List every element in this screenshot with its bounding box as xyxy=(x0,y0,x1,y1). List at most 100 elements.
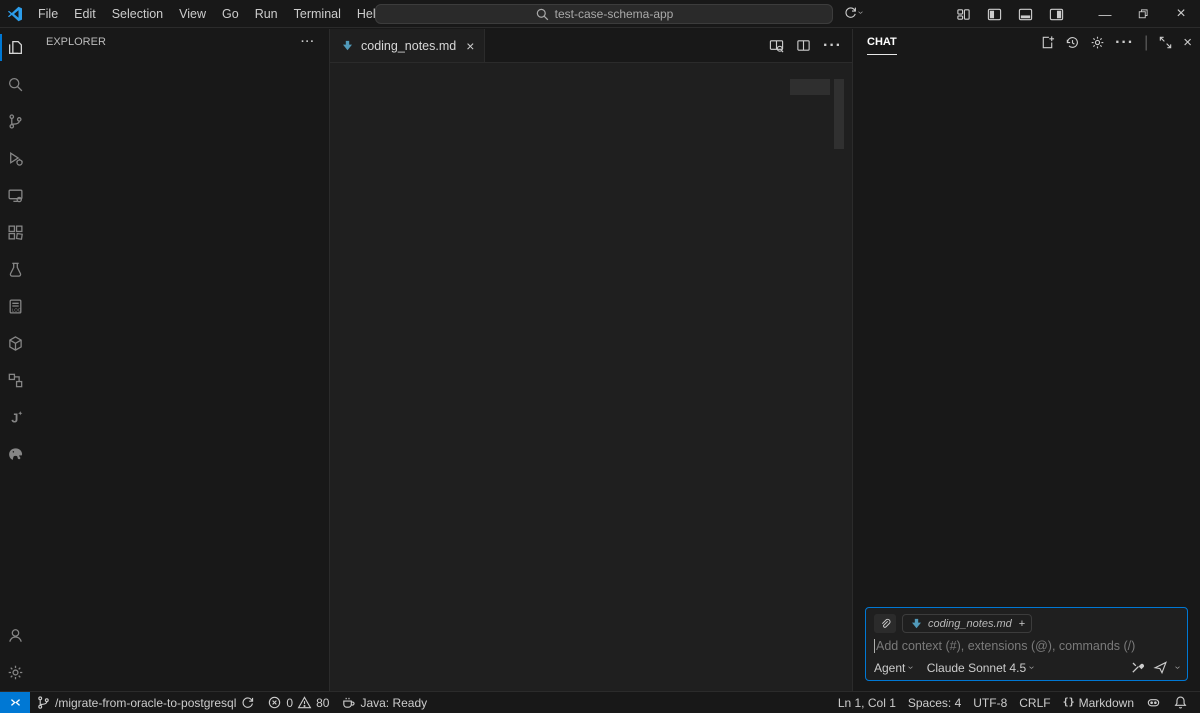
chat-tab[interactable]: CHAT xyxy=(867,31,897,55)
chat-panel: CHAT ··· | × coding_notes.md + xyxy=(852,29,1200,691)
tools-icon[interactable] xyxy=(1130,660,1145,675)
tab-close-icon[interactable]: × xyxy=(466,38,474,54)
new-chat-icon[interactable] xyxy=(1040,35,1055,50)
minimize-button[interactable]: — xyxy=(1086,0,1124,28)
menu-go[interactable]: Go xyxy=(214,4,247,24)
chat-input-box[interactable]: coding_notes.md + Add context (#), exten… xyxy=(865,607,1188,681)
menu-terminal[interactable]: Terminal xyxy=(286,4,349,24)
explorer-header: EXPLORER ··· xyxy=(30,29,329,55)
extensions-icon xyxy=(7,224,24,241)
chat-header: CHAT ··· | × xyxy=(853,29,1200,56)
panel-left-icon[interactable] xyxy=(987,7,1002,22)
editor-code-area[interactable] xyxy=(330,79,852,691)
agent-mode-dropdown[interactable]: Agent › xyxy=(874,661,913,675)
editor-more-actions-icon[interactable]: ··· xyxy=(823,37,842,55)
session-sync-button[interactable]: › xyxy=(843,5,862,20)
send-icon[interactable] xyxy=(1153,660,1168,675)
activity-settings[interactable] xyxy=(0,654,30,691)
menu-bar: FileEditSelectionViewGoRunTerminalHelp xyxy=(30,4,391,24)
panel-right-icon[interactable] xyxy=(1049,7,1064,22)
notifications[interactable] xyxy=(1167,692,1194,713)
activity-postgresql[interactable] xyxy=(0,436,30,473)
cursor-position[interactable]: Ln 1, Col 1 xyxy=(832,692,902,713)
warnings-icon xyxy=(297,695,312,710)
menu-run[interactable]: Run xyxy=(247,4,286,24)
command-center-search[interactable]: test-case-schema-app xyxy=(375,4,833,24)
chat-settings-gear-icon[interactable] xyxy=(1090,35,1105,50)
explorer-more-actions-icon[interactable]: ··· xyxy=(301,36,315,48)
attach-paperclip-icon[interactable] xyxy=(874,614,896,633)
explorer-title: EXPLORER xyxy=(46,36,106,48)
git-branch-status[interactable]: /migrate-from-oracle-to-postgresql xyxy=(30,692,261,713)
model-picker-dropdown[interactable]: Claude Sonnet 4.5 › xyxy=(927,661,1034,675)
git-branch-icon xyxy=(36,695,51,710)
layout-controls xyxy=(956,7,1064,22)
open-preview-icon[interactable] xyxy=(769,38,784,53)
editor-group: coding_notes.md × ··· xyxy=(330,29,852,691)
status-bar-right: Ln 1, Col 1 Spaces: 4 UTF-8 CRLF {} Mark… xyxy=(832,692,1200,713)
activity-extensions[interactable] xyxy=(0,214,30,251)
menu-edit[interactable]: Edit xyxy=(66,4,104,24)
java-copilot-icon: J xyxy=(7,409,24,426)
add-context-icon[interactable]: + xyxy=(1019,618,1025,630)
search-icon xyxy=(535,7,550,22)
title-bar: FileEditSelectionViewGoRunTerminalHelp ←… xyxy=(0,0,1200,28)
panel-bottom-icon[interactable] xyxy=(1018,7,1033,22)
errors-icon xyxy=(267,695,282,710)
chat-close-icon[interactable]: × xyxy=(1183,34,1192,51)
activity-testing[interactable] xyxy=(0,251,30,288)
activity-bar: LOG J xyxy=(0,29,30,691)
activity-resources[interactable] xyxy=(0,362,30,399)
activity-output-log[interactable]: LOG xyxy=(0,288,30,325)
tab-coding-notes[interactable]: coding_notes.md × xyxy=(330,29,485,62)
layout-grid-icon[interactable] xyxy=(956,7,971,22)
restore-button[interactable] xyxy=(1124,0,1162,28)
chat-text-input[interactable]: Add context (#), extensions (@), command… xyxy=(874,639,1179,653)
text-caret xyxy=(874,639,875,653)
search-icon xyxy=(7,76,24,93)
breadcrumb xyxy=(330,63,852,79)
chat-more-icon[interactable]: ··· xyxy=(1115,34,1134,52)
activity-containers[interactable] xyxy=(0,325,30,362)
vscode-window: FileEditSelectionViewGoRunTerminalHelp ←… xyxy=(0,0,1200,713)
activity-remote-explorer[interactable] xyxy=(0,177,30,214)
menu-view[interactable]: View xyxy=(171,4,214,24)
window-controls: — × xyxy=(956,0,1200,28)
menu-selection[interactable]: Selection xyxy=(104,4,171,24)
close-window-button[interactable]: × xyxy=(1162,0,1200,28)
postgresql-icon xyxy=(7,446,24,463)
testing-icon xyxy=(7,261,24,278)
accounts-icon xyxy=(7,627,24,644)
activity-java-copilot[interactable]: J xyxy=(0,399,30,436)
problems-status[interactable]: 0 80 xyxy=(261,692,335,713)
activity-explorer[interactable] xyxy=(0,29,30,66)
editor-scrollbar[interactable] xyxy=(830,79,852,691)
activity-search[interactable] xyxy=(0,66,30,103)
activity-source-control[interactable] xyxy=(0,103,30,140)
chat-history-icon[interactable] xyxy=(1065,35,1080,50)
eol-sequence[interactable]: CRLF xyxy=(1013,692,1056,713)
chevron-down-icon: › xyxy=(1026,666,1037,669)
minimap[interactable] xyxy=(790,79,830,691)
minimap-slider[interactable] xyxy=(790,79,830,95)
chat-conversation xyxy=(853,56,1200,691)
search-value: test-case-schema-app xyxy=(555,7,674,21)
encoding[interactable]: UTF-8 xyxy=(967,692,1013,713)
explorer-icon xyxy=(7,39,24,56)
java-status[interactable]: Java: Ready xyxy=(335,692,433,713)
split-editor-icon[interactable] xyxy=(796,38,811,53)
language-mode[interactable]: {} Markdown xyxy=(1057,692,1140,713)
copilot-status[interactable] xyxy=(1140,692,1167,713)
indentation[interactable]: Spaces: 4 xyxy=(902,692,967,713)
context-chip[interactable]: coding_notes.md + xyxy=(902,614,1032,633)
editor-actions: ··· xyxy=(769,29,852,62)
explorer-sidebar: EXPLORER ··· xyxy=(30,29,330,691)
settings-icon xyxy=(7,664,24,681)
sync-icon xyxy=(240,695,255,710)
activity-run-debug[interactable] xyxy=(0,140,30,177)
chat-maximize-icon[interactable] xyxy=(1158,35,1173,50)
menu-file[interactable]: File xyxy=(30,4,66,24)
send-options-chevron-icon[interactable]: › xyxy=(1172,666,1183,669)
activity-accounts[interactable] xyxy=(0,617,30,654)
remote-indicator[interactable] xyxy=(0,692,30,713)
